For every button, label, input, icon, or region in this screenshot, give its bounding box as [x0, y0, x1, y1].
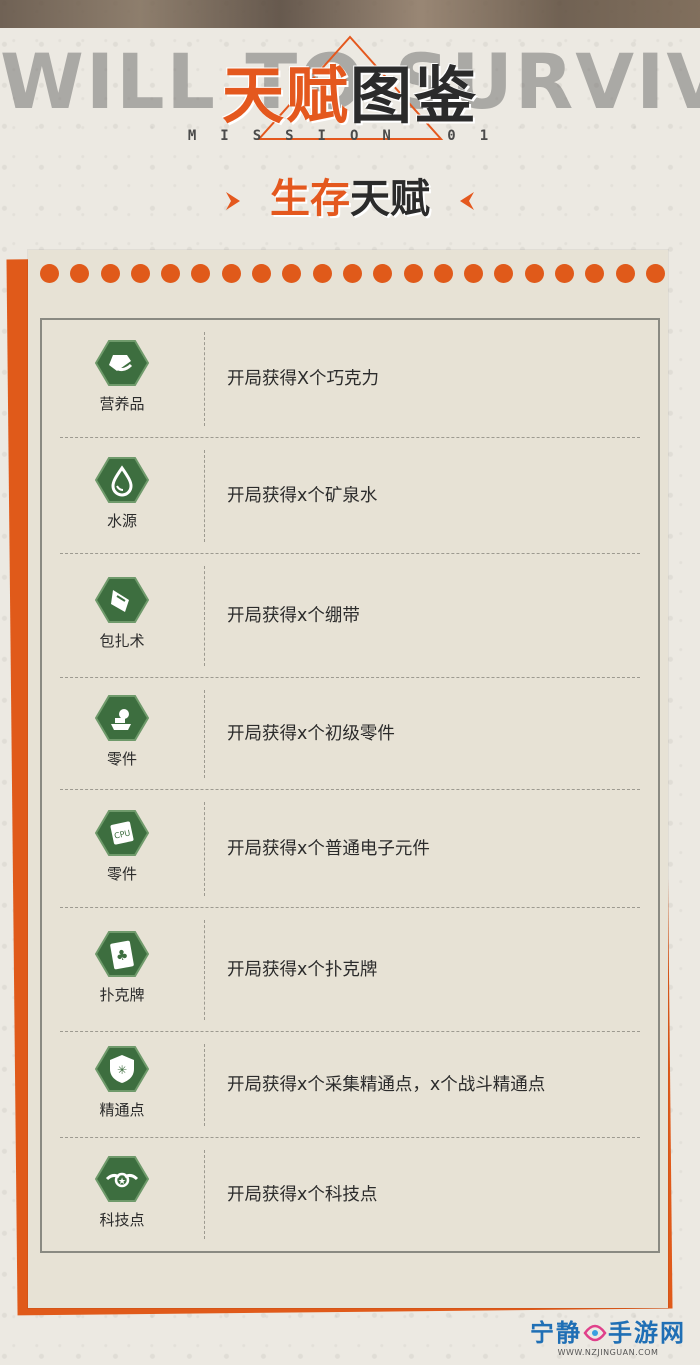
chevron-left-icon [460, 192, 474, 210]
binder-hole [100, 264, 120, 283]
column-divider [204, 920, 205, 1020]
page-title-dark: 图鉴 [350, 59, 479, 132]
talent-icon-cell: 零件 [90, 694, 154, 769]
talent-description: 开局获得x个初级零件 [227, 724, 395, 744]
talent-icon-cell: ♣ 扑克牌 [90, 930, 154, 1005]
talent-icon-cell: 营养品 [90, 339, 154, 414]
talent-row: ♣ 扑克牌 开局获得x个扑克牌 [42, 908, 658, 1032]
binder-hole [524, 264, 544, 283]
binder-hole [40, 264, 59, 283]
talent-name: 零件 [106, 865, 137, 883]
column-divider [204, 802, 205, 896]
binder-hole [464, 264, 484, 283]
watermark-name-left: 宁静 [530, 1319, 582, 1347]
binder-hole [312, 264, 332, 283]
talent-description: 开局获得x个绷带 [227, 606, 360, 626]
binder-hole [433, 264, 453, 283]
mission-subtitle: MISSION 01 [187, 128, 513, 144]
talent-icon-cell: ★ 科技点 [90, 1155, 154, 1230]
column-divider [204, 566, 205, 666]
page-title-orange: 天赋 [221, 59, 350, 132]
parts-icon [94, 695, 150, 741]
section-title-orange: 生存 [270, 176, 350, 222]
watermark-logo-icon [583, 1324, 607, 1342]
mastery-badge-icon: ✳ [94, 1046, 150, 1092]
talent-row: 包扎术 开局获得x个绷带 [42, 554, 658, 678]
talent-row: 水源 开局获得x个矿泉水 [42, 438, 658, 554]
talent-name: 营养品 [99, 395, 145, 413]
watermark-url: WWW.NZJINGUAN.COM [557, 1348, 659, 1357]
talent-description: 开局获得x个采集精通点，x个战斗精通点 [227, 1075, 546, 1095]
header-photo-strip [0, 0, 700, 28]
column-divider [204, 1044, 205, 1126]
playing-card-icon: ♣ [94, 931, 150, 977]
site-watermark: 宁静 手游网 WWW.NZJINGUAN.COM [518, 1318, 698, 1364]
talent-name: 科技点 [99, 1211, 145, 1229]
talent-icon-cell: ✳ 精通点 [90, 1045, 154, 1120]
binder-holes [40, 264, 665, 284]
binder-hole [130, 264, 150, 283]
talent-description: 开局获得X个巧克力 [227, 369, 379, 389]
binder-hole [282, 264, 302, 283]
talent-row: 零件 开局获得x个初级零件 [42, 678, 658, 790]
talent-name: 水源 [106, 512, 137, 530]
talent-name: 精通点 [99, 1101, 145, 1119]
talent-description: 开局获得x个矿泉水 [227, 486, 378, 506]
talent-name: 扑克牌 [99, 986, 145, 1004]
section-title: 生存天赋 [0, 174, 700, 224]
binder-hole [373, 264, 393, 283]
chocolate-icon [94, 340, 150, 386]
watermark-name-right: 手游网 [608, 1319, 686, 1347]
talent-description: 开局获得x个普通电子元件 [227, 839, 430, 859]
binder-hole [161, 264, 181, 283]
talent-row: 营养品 开局获得X个巧克力 [42, 320, 658, 438]
talent-description: 开局获得x个科技点 [227, 1185, 378, 1205]
talent-name: 包扎术 [99, 632, 145, 650]
talent-row: ★ 科技点 开局获得x个科技点 [42, 1138, 658, 1251]
chip-icon: CPU [94, 810, 150, 856]
page-title: 天赋图鉴 [0, 60, 700, 132]
binder-hole [555, 264, 575, 283]
binder-hole [403, 264, 423, 283]
talent-icon-cell: CPU 零件 [90, 809, 154, 884]
talent-name: 零件 [106, 750, 137, 768]
binder-hole [494, 264, 514, 283]
column-divider [204, 690, 205, 778]
svg-text:✳: ✳ [117, 1063, 127, 1077]
binder-hole [342, 264, 362, 283]
binder-hole [615, 264, 635, 283]
binder-hole [252, 264, 272, 283]
talent-table: 营养品 开局获得X个巧克力 水源 开局获得x个矿泉水 包扎术 开局获得x个绷带 零件 开局获得… [40, 318, 660, 1253]
column-divider [204, 1150, 205, 1239]
binder-hole [191, 264, 211, 283]
talent-icon-cell: 水源 [90, 456, 154, 531]
talent-row: CPU 零件 开局获得x个普通电子元件 [42, 790, 658, 908]
column-divider [204, 450, 205, 542]
binder-hole [221, 264, 241, 283]
talent-icon-cell: 包扎术 [90, 576, 154, 651]
tech-wings-icon: ★ [94, 1156, 150, 1202]
section-title-dark: 天赋 [350, 176, 430, 222]
water-drop-icon [94, 457, 150, 503]
talent-row: ✳ 精通点 开局获得x个采集精通点，x个战斗精通点 [42, 1032, 658, 1138]
binder-hole [645, 264, 665, 283]
talent-description: 开局获得x个扑克牌 [227, 960, 378, 980]
column-divider [204, 332, 205, 426]
bandage-icon [94, 577, 150, 623]
binder-hole [70, 264, 90, 283]
svg-text:★: ★ [118, 1177, 126, 1187]
binder-hole [585, 264, 605, 283]
